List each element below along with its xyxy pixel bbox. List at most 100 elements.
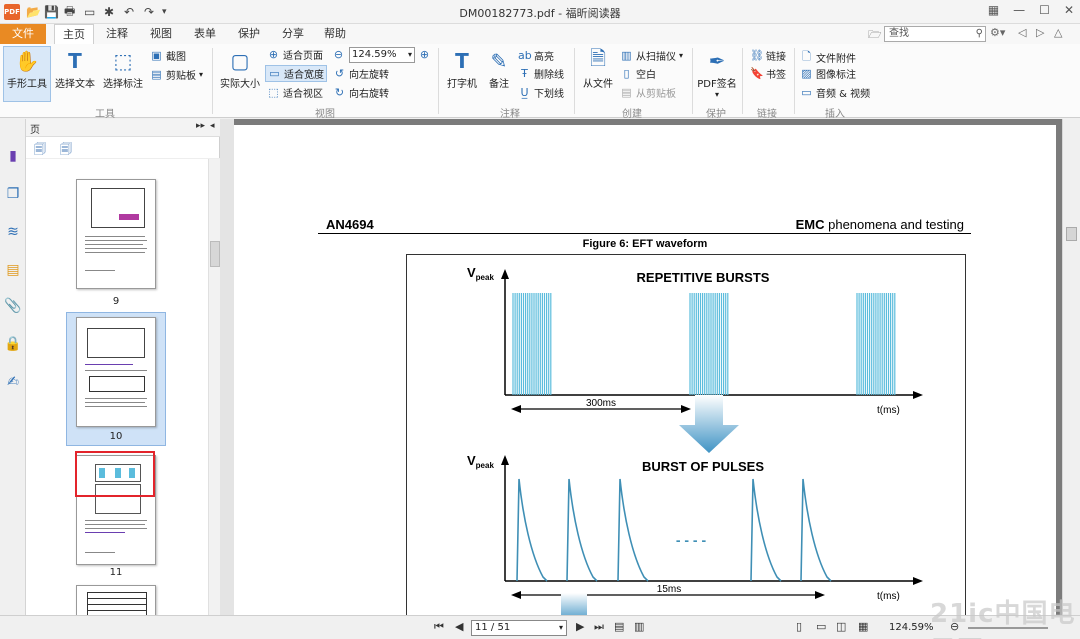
previous-view-icon[interactable]: ▤ (614, 620, 624, 633)
link-label: 链接 (766, 52, 786, 63)
underline-button[interactable]: U̲ 下划线 (518, 85, 564, 100)
fit-page-label: 适合页面 (283, 51, 323, 62)
typewriter-icon: T (455, 49, 469, 73)
from-clipboard-label: 从剪贴板 (636, 89, 676, 100)
tab-view[interactable]: 视图 (144, 24, 178, 44)
document-scrollbar[interactable] (1062, 119, 1080, 615)
clipboard-button[interactable]: ▤ 剪贴板 ▾ (150, 67, 203, 82)
page-dropdown-icon[interactable]: ▾ (559, 621, 563, 635)
file-attachment-button[interactable]: 🗋 文件附件 (800, 48, 856, 67)
maximize-icon[interactable]: ☐ (1039, 3, 1050, 17)
pointer-icon: ⬚ (113, 49, 133, 73)
panel-scrollbar-thumb[interactable] (210, 241, 220, 267)
settings-gear-icon[interactable]: ⚙▾ (990, 26, 1005, 39)
group-label-view: 视图 (315, 109, 335, 120)
note-button[interactable]: ✎ 备注 (482, 47, 516, 90)
blank-page-button[interactable]: ▯ 空白 (620, 66, 656, 81)
screenshot-label: 截图 (166, 52, 186, 63)
facing-view-icon[interactable]: ◫ (836, 620, 846, 633)
page-thumbnail[interactable] (76, 179, 156, 289)
doc-header-right: EMC phenomena and testing (796, 217, 964, 232)
group-label-annotate: 注释 (500, 109, 520, 120)
thumbnail-zoom-out-icon[interactable]: 🗐 (34, 140, 46, 161)
attachment-icon: 🗋 (802, 50, 811, 63)
comments-panel-icon[interactable]: ▤ (4, 261, 22, 279)
panel-collapse-icon[interactable]: ◂ (210, 121, 215, 131)
from-file-button[interactable]: 🗎 从文件 (578, 46, 618, 90)
group-label-links: 链接 (757, 109, 777, 120)
minimize-icon[interactable]: — (1013, 3, 1025, 17)
nav-back-icon[interactable]: ◁ (1018, 26, 1026, 39)
search-icon[interactable]: ⚲ (976, 27, 983, 41)
close-icon[interactable]: ✕ (1064, 3, 1074, 17)
search-input[interactable]: 查找 ⚲ (884, 26, 986, 42)
from-clipboard-button[interactable]: ▤ 从剪贴板 (620, 85, 676, 100)
zoom-out-icon[interactable]: ⊖ (332, 48, 345, 61)
rotate-right-button[interactable]: ↻ 向右旋转 (333, 85, 389, 100)
document-view[interactable]: AN4694 EMC phenomena and testing Figure … (234, 119, 1062, 615)
zoom-dropdown-icon[interactable]: ▾ (408, 48, 412, 62)
audio-video-label: 音频 & 视频 (816, 89, 871, 100)
page-number-input[interactable]: 11 / 51 ▾ (471, 620, 567, 636)
security-panel-icon[interactable]: 🔒 (4, 335, 22, 353)
panel-scrollbar[interactable] (208, 159, 220, 615)
doc-header-left: AN4694 (326, 217, 374, 232)
tab-file[interactable]: 文件 (0, 24, 46, 44)
continuous-facing-view-icon[interactable]: ▦ (858, 620, 868, 633)
select-text-label: 选择文本 (55, 79, 95, 90)
strikeout-icon: Ŧ (521, 67, 528, 80)
hand-tool-button[interactable]: ✋ 手形工具 (3, 46, 51, 102)
screenshot-button[interactable]: ▣ 截图 (150, 48, 186, 63)
tab-share[interactable]: 分享 (276, 24, 310, 44)
attachments-panel-icon[interactable]: 📎 (4, 297, 22, 315)
first-page-icon[interactable]: ⏮ (434, 620, 444, 634)
nav-up-icon[interactable]: △ (1054, 26, 1062, 39)
next-view-icon[interactable]: ▥ (634, 620, 644, 633)
bookmarks-panel-icon[interactable]: ▮ (4, 147, 22, 165)
image-annotation-button[interactable]: ▨ 图像标注 (800, 66, 856, 81)
nav-forward-icon[interactable]: ▷ (1036, 26, 1044, 39)
page-thumbnail[interactable] (76, 317, 156, 427)
current-view-box[interactable] (75, 451, 155, 497)
last-page-icon[interactable]: ⏭ (594, 620, 604, 634)
continuous-view-icon[interactable]: ▭ (816, 620, 826, 633)
find-folder-icon[interactable]: 🗁 (868, 26, 882, 45)
tab-protect[interactable]: 保护 (232, 24, 266, 44)
tab-home[interactable]: 主页 (54, 24, 94, 44)
tab-comment[interactable]: 注释 (100, 24, 134, 44)
audio-video-button[interactable]: ▭ 音频 & 视频 (800, 85, 870, 100)
bookmark-button[interactable]: 🔖 书签 (750, 66, 786, 81)
next-page-icon[interactable]: ▶ (576, 620, 584, 633)
blank-page-label: 空白 (636, 70, 656, 81)
from-scanner-button[interactable]: ▥ 从扫描仪 ▾ (620, 48, 683, 63)
previous-page-icon[interactable]: ◀ (455, 620, 463, 633)
actual-size-button[interactable]: ▢ 实际大小 (218, 47, 262, 90)
highlight-button[interactable]: ab 高亮 (518, 48, 554, 63)
tab-form[interactable]: 表单 (188, 24, 222, 44)
fit-visible-button[interactable]: ⬚ 适合视区 (267, 85, 323, 100)
rotate-left-button[interactable]: ↺ 向左旋转 (333, 66, 389, 81)
zoom-select[interactable]: 124.59% ▾ (349, 47, 415, 63)
pages-panel-icon[interactable]: ❐ (4, 185, 22, 203)
top-vpeak-label: Vpeak (467, 265, 494, 282)
single-page-view-icon[interactable]: ▯ (796, 620, 802, 633)
zoom-in-icon[interactable]: ⊕ (418, 48, 431, 61)
strikeout-button[interactable]: Ŧ 删除线 (518, 66, 564, 81)
layers-panel-icon[interactable]: ≋ (4, 223, 22, 241)
fit-page-button[interactable]: ⊕ 适合页面 (267, 47, 323, 62)
top-y-axis-arrow (501, 269, 509, 279)
thumbnail-zoom-in-icon[interactable]: 🗐 (60, 140, 72, 161)
pages-panel-title: 页 (30, 125, 40, 136)
panel-splitter[interactable] (220, 119, 234, 615)
document-scrollbar-thumb[interactable] (1066, 227, 1077, 241)
signatures-panel-icon[interactable]: ✍ (4, 373, 22, 391)
tab-help[interactable]: 帮助 (318, 24, 352, 44)
ribbon-layout-icon[interactable]: ▦ (988, 3, 999, 17)
select-text-button[interactable]: T 选择文本 (53, 47, 97, 90)
pdf-sign-button[interactable]: ✒ PDF签名 ▾ (696, 47, 738, 99)
typewriter-button[interactable]: T 打字机 (442, 47, 482, 90)
fit-width-button[interactable]: ▭ 适合宽度 (265, 65, 327, 82)
link-button[interactable]: ⛓ 链接 (750, 48, 786, 63)
panel-expand-icon[interactable]: ▸▸ (196, 121, 205, 131)
select-annotation-button[interactable]: ⬚ 选择标注 (100, 47, 146, 90)
